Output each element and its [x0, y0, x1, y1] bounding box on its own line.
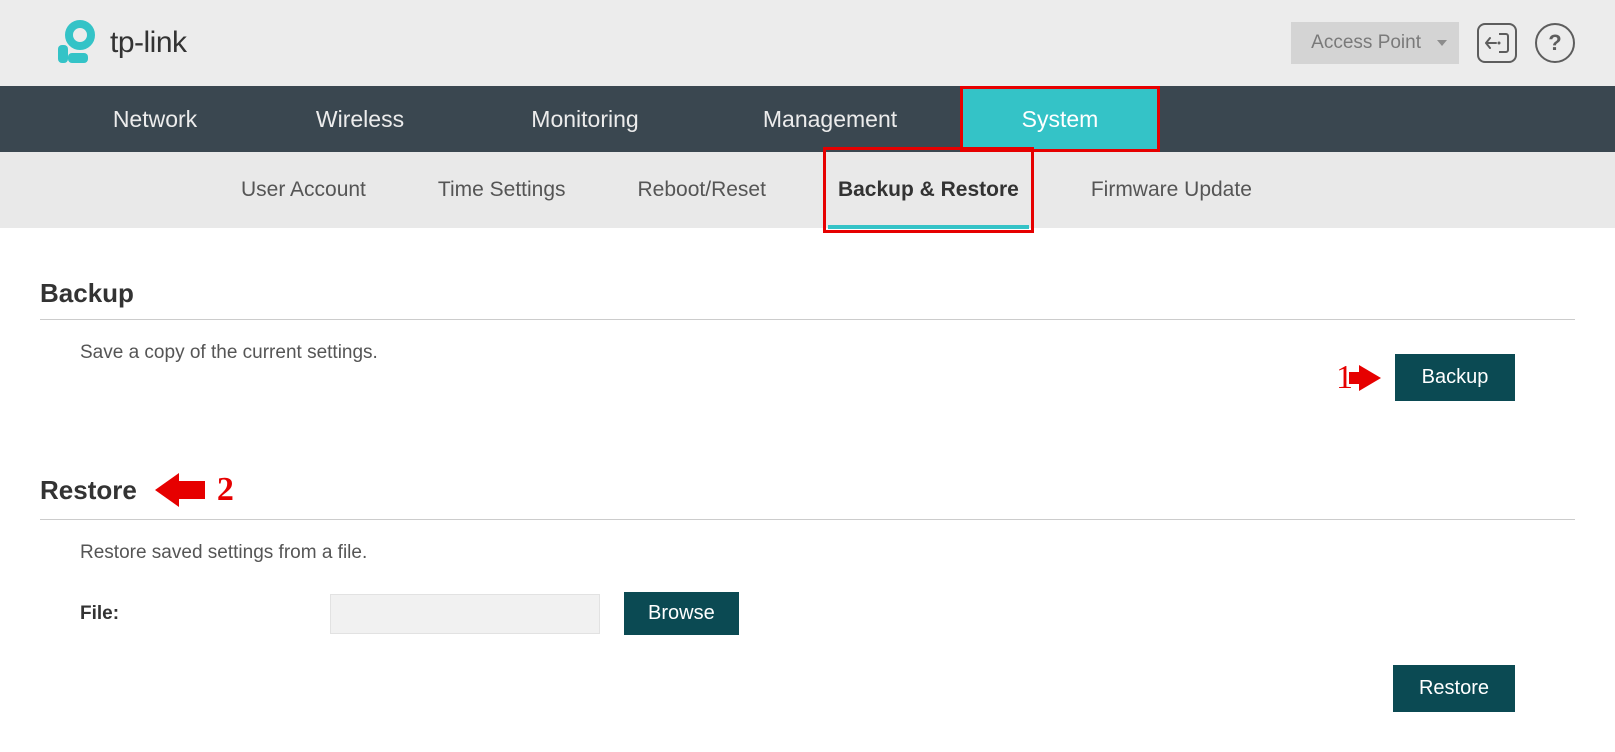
chevron-down-icon [1437, 40, 1447, 46]
nav-network[interactable]: Network [60, 86, 250, 152]
restore-description: Restore saved settings from a file. [40, 520, 1575, 564]
brand-text: tp-link [110, 26, 187, 60]
logout-button[interactable] [1477, 23, 1517, 63]
annotation-two-number: 2 [217, 471, 234, 509]
backup-section-title: Backup [40, 278, 1575, 320]
file-path-input[interactable] [330, 594, 600, 634]
tplink-logo-icon [50, 19, 98, 67]
subnav-backup-restore[interactable]: Backup & Restore [832, 156, 1025, 224]
backup-title-text: Backup [40, 278, 134, 309]
restore-file-row: File: Browse [40, 592, 1575, 635]
nav-management[interactable]: Management [700, 86, 960, 152]
help-icon: ? [1548, 30, 1561, 56]
nav-wireless[interactable]: Wireless [250, 86, 470, 152]
backup-button[interactable]: Backup [1395, 354, 1515, 401]
mode-dropdown-label: Access Point [1311, 32, 1421, 54]
logout-icon [1485, 32, 1509, 54]
browse-button[interactable]: Browse [624, 592, 739, 635]
nav-monitoring[interactable]: Monitoring [470, 86, 700, 152]
subnav-time-settings[interactable]: Time Settings [432, 156, 572, 224]
top-header: tp-link Access Point ? [0, 0, 1615, 86]
sub-nav: User Account Time Settings Reboot/Reset … [0, 152, 1615, 228]
subnav-firmware-update[interactable]: Firmware Update [1085, 156, 1258, 224]
help-button[interactable]: ? [1535, 23, 1575, 63]
content-area: Backup Save a copy of the current settin… [0, 228, 1615, 752]
restore-section-title: Restore 2 [40, 471, 1575, 520]
restore-button[interactable]: Restore [1393, 665, 1515, 712]
arrow-right-icon [1359, 365, 1381, 391]
annotation-two: 2 [155, 471, 234, 509]
main-nav: Network Wireless Monitoring Management S… [0, 86, 1615, 152]
restore-title-text: Restore [40, 475, 137, 506]
subnav-reboot-reset[interactable]: Reboot/Reset [632, 156, 772, 224]
subnav-user-account[interactable]: User Account [235, 156, 372, 224]
topbar-right-group: Access Point ? [1291, 22, 1575, 64]
annotation-one: 1 [1336, 359, 1381, 397]
mode-dropdown[interactable]: Access Point [1291, 22, 1459, 64]
nav-system[interactable]: System [960, 86, 1160, 152]
restore-button-row: Restore [40, 665, 1575, 712]
file-label: File: [80, 603, 330, 625]
arrow-left-icon [155, 473, 205, 507]
brand-logo: tp-link [50, 19, 187, 67]
